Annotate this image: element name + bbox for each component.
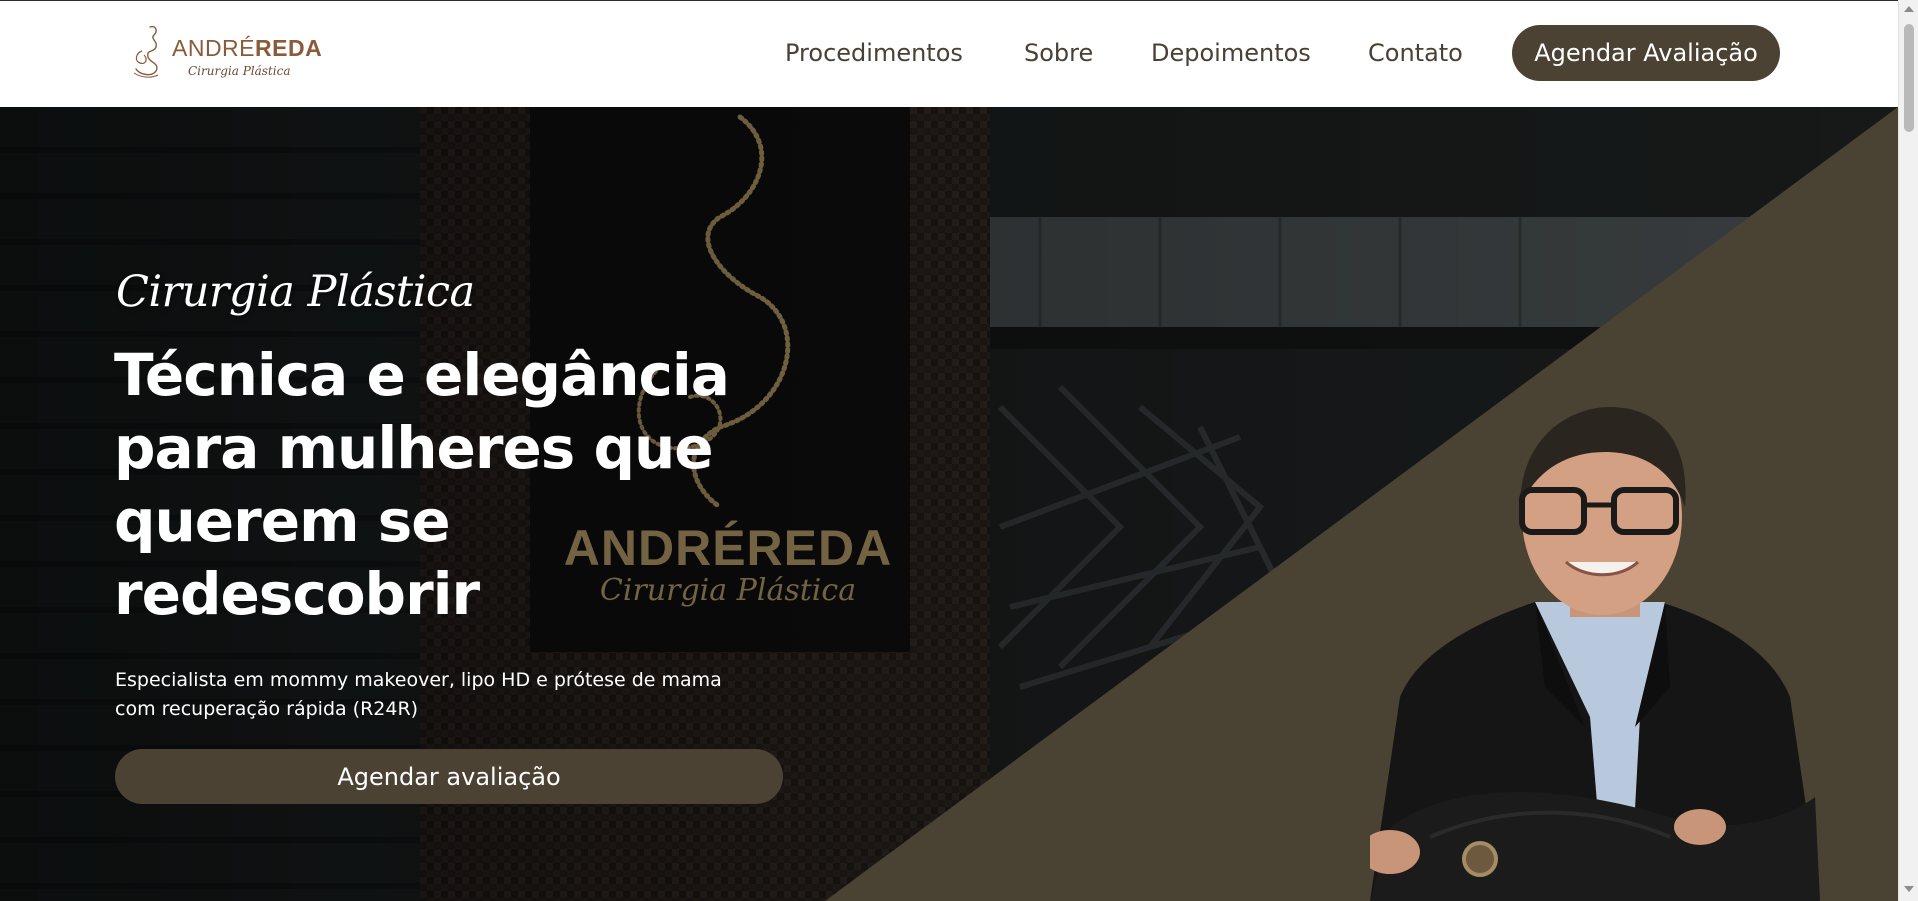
hero-title-line: redescobrir — [114, 560, 480, 628]
nav-procedimentos[interactable]: Procedimentos — [785, 39, 963, 67]
scroll-up-arrow-icon[interactable] — [1904, 6, 1914, 12]
nav-depoimentos[interactable]: Depoimentos — [1151, 39, 1311, 67]
hero-title-line: querem se — [114, 487, 451, 555]
hero-eyebrow: Cirurgia Plástica — [116, 267, 475, 317]
hero-subtitle-line: com recuperação rápida (R24R) — [115, 698, 419, 720]
doctor-portrait — [1370, 407, 1820, 901]
silhouette-logo-icon — [133, 25, 159, 78]
hero-title-line: Técnica e elegância — [114, 341, 730, 409]
header-schedule-button[interactable]: Agendar Avaliação — [1512, 25, 1780, 81]
hero-schedule-button[interactable]: Agendar avaliação — [115, 749, 783, 804]
nav-sobre[interactable]: Sobre — [1024, 39, 1093, 67]
scroll-down-arrow-icon[interactable] — [1904, 886, 1914, 892]
site-header: ANDRÉREDA Cirurgia Plástica Procedimento… — [0, 0, 1898, 107]
hero-title: Técnica e elegância para mulheres que qu… — [114, 339, 814, 631]
hero-subtitle: Especialista em mommy makeover, lipo HD … — [115, 666, 815, 724]
nav-contato[interactable]: Contato — [1368, 39, 1463, 67]
logo-subtitle: Cirurgia Plástica — [188, 64, 291, 78]
logo-wordmark: ANDRÉREDA — [172, 35, 323, 61]
page-scrollbar[interactable] — [1898, 0, 1918, 901]
scrollbar-thumb[interactable] — [1904, 24, 1914, 132]
hero-subtitle-line: Especialista em mommy makeover, lipo HD … — [115, 669, 722, 691]
brand-logo[interactable]: ANDRÉREDA Cirurgia Plástica — [128, 23, 322, 81]
hero-title-line: para mulheres que — [114, 414, 714, 482]
hero-section: ANDRÉREDA Cirurgia Plástica Cirurgia Plá… — [0, 107, 1898, 901]
